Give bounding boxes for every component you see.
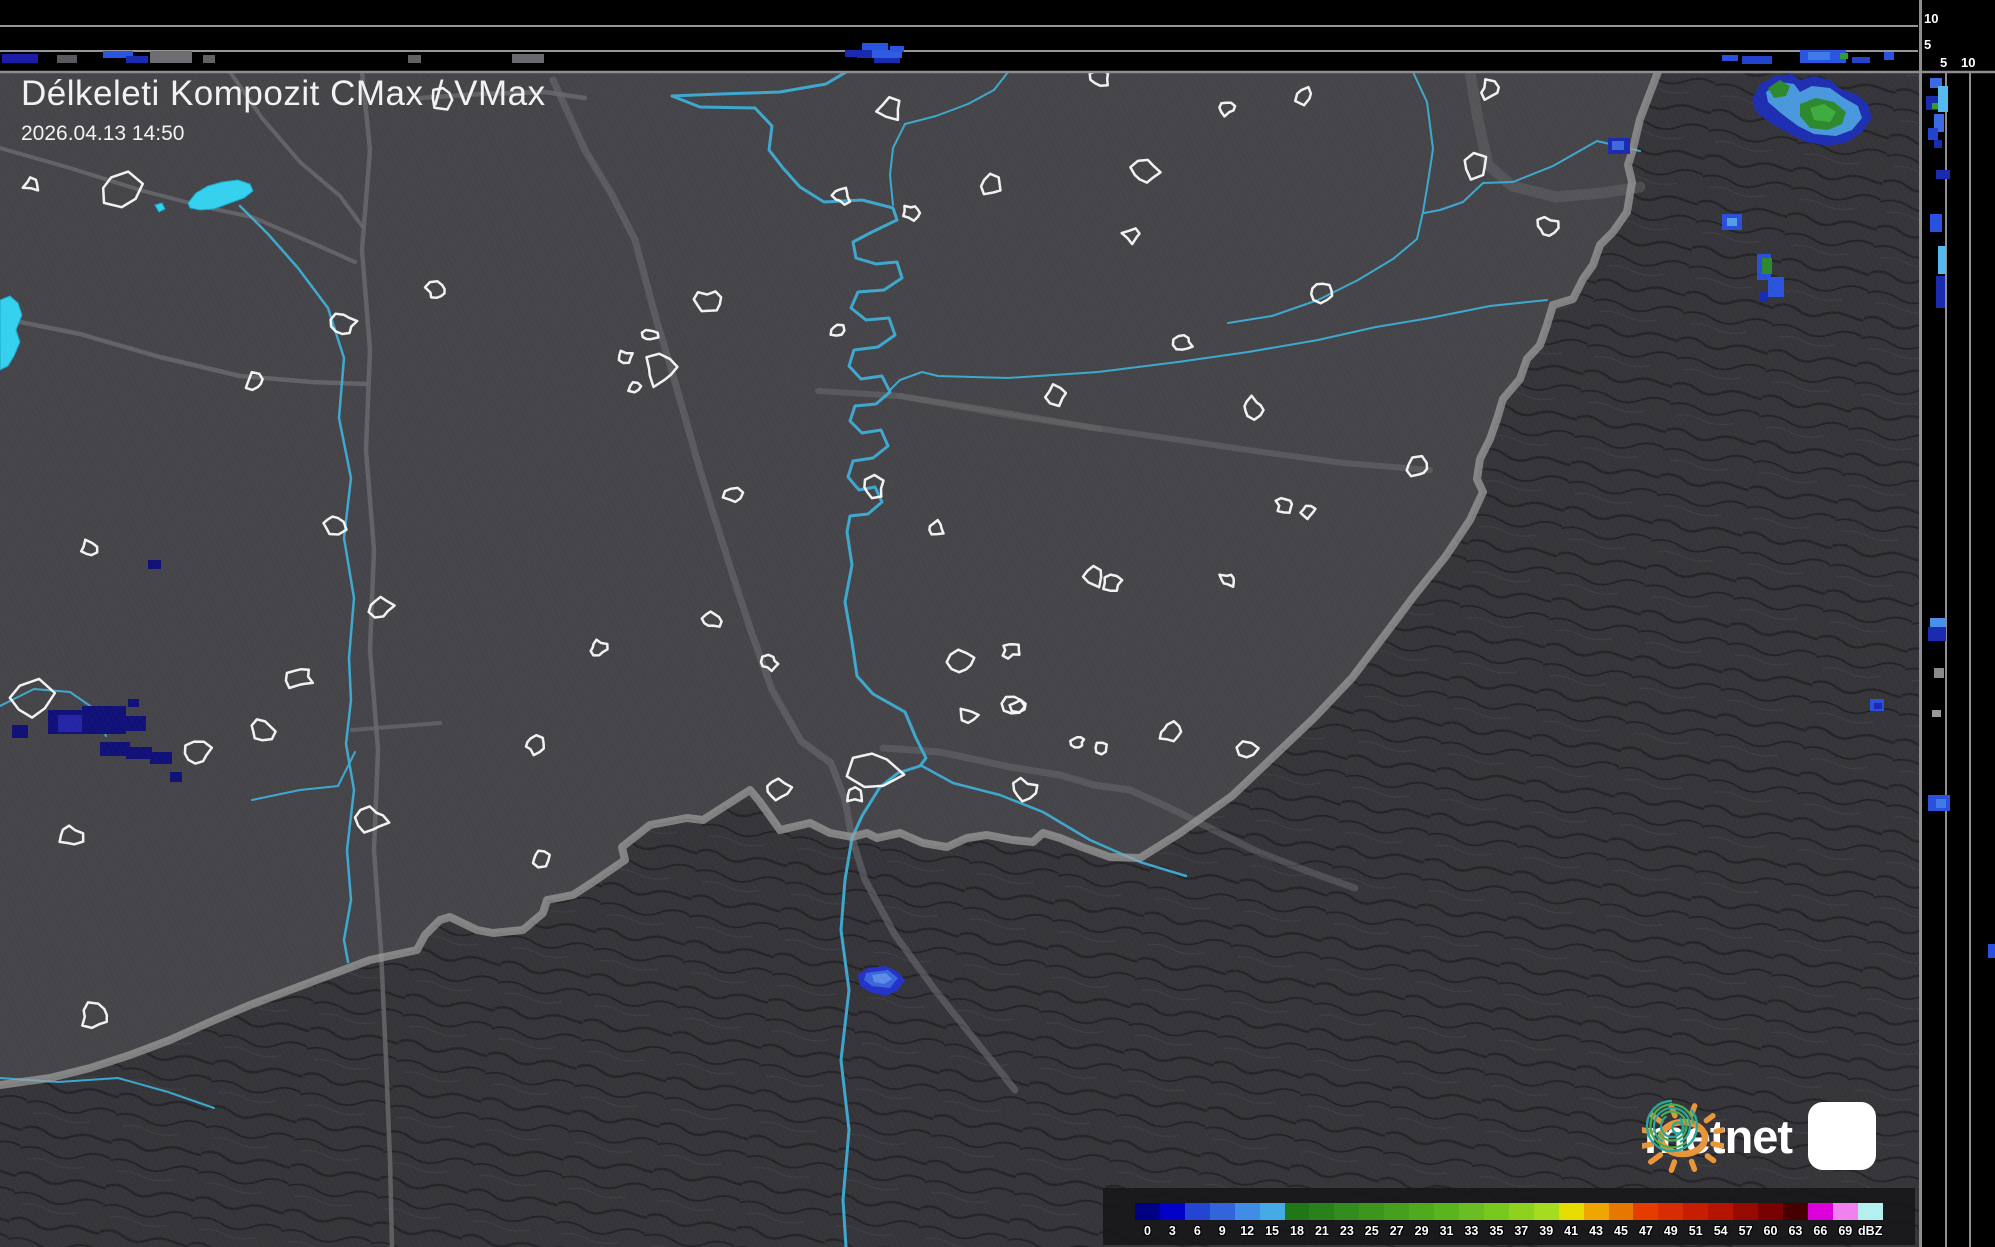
dbz-swatch bbox=[1209, 1203, 1235, 1220]
dbz-tick-label: 41 bbox=[1564, 1224, 1579, 1238]
dbz-swatch bbox=[1184, 1203, 1210, 1220]
dbz-tick-label: 43 bbox=[1589, 1224, 1603, 1238]
dbz-swatch bbox=[1683, 1203, 1709, 1220]
dbz-swatch bbox=[1309, 1203, 1335, 1220]
dbz-tick-label: 35 bbox=[1489, 1224, 1504, 1238]
dbz-tick-label: 60 bbox=[1763, 1224, 1778, 1238]
right-profile-strip bbox=[1922, 72, 1995, 1247]
dbz-swatch bbox=[1284, 1203, 1310, 1220]
radar-app-icon bbox=[1645, 1099, 1877, 1170]
dbz-swatch bbox=[1384, 1203, 1410, 1220]
dbz-swatch bbox=[1159, 1203, 1185, 1220]
dbz-tick-label: 12 bbox=[1240, 1224, 1255, 1238]
dbz-tick-label: 31 bbox=[1439, 1224, 1454, 1238]
dbz-tick-label: 6 bbox=[1193, 1224, 1201, 1238]
top-profile-strip bbox=[0, 0, 1995, 72]
dbz-swatch bbox=[1533, 1203, 1559, 1220]
radar-viewer: Délkeleti Kompozit CMax / VMax 2026.04.1… bbox=[0, 0, 1995, 1247]
dbz-colorbar bbox=[1135, 1203, 1883, 1220]
dbz-tick-label: 3 bbox=[1168, 1224, 1176, 1238]
dbz-swatch bbox=[1758, 1203, 1783, 1220]
metnet-logo: metnet bbox=[1642, 1096, 1927, 1176]
dbz-tick-label: 18 bbox=[1290, 1224, 1304, 1238]
dbz-swatch bbox=[1508, 1203, 1534, 1220]
dbz-tick-label: 23 bbox=[1339, 1224, 1354, 1238]
dbz-swatch bbox=[1658, 1203, 1684, 1220]
height-axis-tick-10h: 10 bbox=[1961, 55, 1976, 70]
dbz-swatch bbox=[1708, 1203, 1734, 1220]
dbz-tick-labels: 0 3 6 9 12 15 18 21 23 25 27 29 31 33 35 37 39 41 43 45 47 49… bbox=[1135, 1224, 1883, 1240]
radar-map-canvas bbox=[0, 0, 1995, 1247]
dbz-swatch bbox=[1583, 1203, 1609, 1220]
dbz-tick-label: 51 bbox=[1688, 1224, 1703, 1238]
dbz-tick-label: 9 bbox=[1218, 1224, 1226, 1238]
dbz-swatch bbox=[1259, 1203, 1285, 1220]
dbz-swatch bbox=[1234, 1203, 1260, 1220]
dbz-legend: 0 3 6 9 12 15 18 21 23 25 27 29 31 33 35 37 39 41 43 45 47 49… bbox=[1103, 1188, 1915, 1245]
dbz-tick-label: 45 bbox=[1614, 1224, 1628, 1238]
dbz-tick-label: 29 bbox=[1414, 1224, 1429, 1238]
dbz-swatch bbox=[1359, 1203, 1385, 1220]
dbz-tick-label: 21 bbox=[1314, 1224, 1329, 1238]
dbz-tick-label: 66 bbox=[1813, 1224, 1828, 1238]
dbz-tick-label: 57 bbox=[1738, 1224, 1753, 1238]
dbz-tick-label: 63 bbox=[1788, 1224, 1803, 1238]
dbz-tick-label: 15 bbox=[1265, 1224, 1280, 1238]
dbz-swatch bbox=[1832, 1203, 1858, 1220]
dbz-tick-label: 54 bbox=[1713, 1224, 1728, 1238]
dbz-swatch bbox=[1458, 1203, 1484, 1220]
dbz-tick-label: 69 bbox=[1838, 1224, 1853, 1238]
title-block: Délkeleti Kompozit CMax / VMax 2026.04.1… bbox=[21, 74, 546, 146]
height-axis-tick-5h: 5 bbox=[1940, 55, 1948, 70]
dbz-tick-label: 33 bbox=[1464, 1224, 1479, 1238]
dbz-tick-label: 37 bbox=[1514, 1224, 1529, 1238]
dbz-swatch bbox=[1409, 1203, 1435, 1220]
dbz-swatch bbox=[1334, 1203, 1360, 1220]
dbz-tick-label: 25 bbox=[1364, 1224, 1379, 1238]
dbz-swatch bbox=[1135, 1203, 1160, 1220]
dbz-tick-label: dBZ bbox=[1858, 1224, 1883, 1238]
dbz-swatch bbox=[1633, 1203, 1659, 1220]
dbz-swatch bbox=[1558, 1203, 1584, 1220]
height-axis-tick-10: 10 bbox=[1924, 11, 1939, 26]
dbz-swatch bbox=[1857, 1203, 1883, 1220]
page-title: Délkeleti Kompozit CMax / VMax bbox=[21, 74, 546, 113]
dbz-swatch bbox=[1608, 1203, 1634, 1220]
height-axis-tick-5: 5 bbox=[1924, 37, 1932, 52]
dbz-swatch bbox=[1807, 1203, 1833, 1220]
dbz-swatch bbox=[1782, 1203, 1808, 1220]
dbz-tick-label: 39 bbox=[1539, 1224, 1554, 1238]
dbz-tick-label: 0 bbox=[1143, 1224, 1151, 1238]
timestamp: 2026.04.13 14:50 bbox=[21, 122, 185, 145]
dbz-swatch bbox=[1483, 1203, 1509, 1220]
dbz-swatch bbox=[1434, 1203, 1459, 1220]
dbz-tick-label: 27 bbox=[1389, 1224, 1404, 1238]
dbz-swatch bbox=[1733, 1203, 1759, 1220]
dbz-tick-label: 49 bbox=[1663, 1224, 1678, 1238]
dbz-tick-label: 47 bbox=[1638, 1224, 1653, 1238]
